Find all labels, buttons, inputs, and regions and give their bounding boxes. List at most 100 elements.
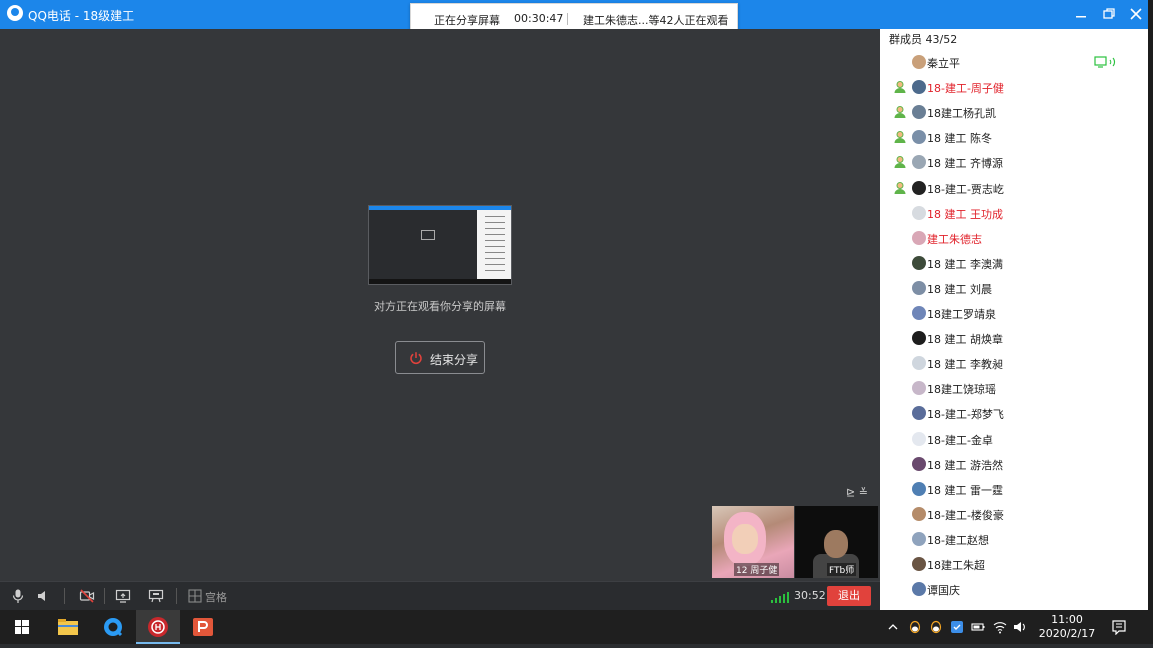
minimize-icon[interactable] — [1071, 4, 1091, 24]
qq-call-window: QQ电话 - 18级建工 正在分享屏幕 00:30:47 建工朱德志...等42… — [0, 0, 1153, 610]
preview-taskbar — [369, 279, 511, 284]
member-item[interactable]: 18 建工 李教昶 — [880, 351, 1148, 375]
member-avatar — [912, 130, 926, 145]
member-item[interactable]: 18-建工-楼俊豪 — [880, 502, 1148, 526]
member-name: 18建工杨孔凯 — [927, 107, 996, 121]
member-item[interactable]: 18-建工-金卓 — [880, 427, 1148, 451]
end-share-button[interactable]: 结束分享 — [395, 341, 485, 374]
member-item[interactable]: 18-建工-郑梦飞 — [880, 401, 1148, 425]
clock-date: 2020/2/17 — [1038, 627, 1096, 640]
member-item[interactable]: 谭国庆 — [880, 577, 1148, 601]
admin-person-icon — [894, 106, 906, 119]
taskbar-huawei-app[interactable] — [136, 610, 180, 644]
member-avatar — [912, 506, 926, 521]
member-item[interactable]: 18 建工 李澳满 — [880, 251, 1148, 275]
member-panel: 群成员 43/52 秦立平 18-建工-周子健 18建工杨孔凯 18 建工 陈冬 18 … — [880, 29, 1148, 610]
toolbar-divider — [176, 588, 177, 604]
member-item[interactable]: 建工朱德志 — [880, 226, 1148, 250]
windows-taskbar: 11:00 2020/2/17 — [0, 610, 1153, 644]
member-name: 18建工罗靖泉 — [927, 308, 996, 321]
show-hidden-icons-icon[interactable] — [886, 620, 900, 634]
participant-name: 12 周子健 — [734, 563, 780, 576]
taskbar-file-explorer[interactable] — [46, 610, 90, 644]
preview-line — [485, 222, 505, 223]
member-avatar — [912, 582, 926, 597]
qq-browser-icon — [104, 618, 123, 637]
member-item[interactable]: 18建工朱超 — [880, 552, 1148, 576]
taskbar-clock[interactable]: 11:00 2020/2/17 — [1036, 613, 1098, 641]
qq-tray-icon-2[interactable] — [929, 620, 943, 634]
member-name: 18 建工 李澳满 — [927, 257, 1003, 271]
member-item[interactable]: 18建工罗靖泉 — [880, 301, 1148, 325]
sharing-hint-text: 对方正在观看你分享的屏幕 — [374, 300, 506, 313]
power-icon — [410, 352, 422, 365]
member-item[interactable]: 18-建工赵想 — [880, 527, 1148, 551]
preview-member-panel — [477, 210, 511, 280]
member-item[interactable]: 秦立平 — [880, 50, 1148, 74]
shared-screen-preview — [368, 205, 512, 285]
action-center-icon[interactable] — [1111, 619, 1127, 635]
member-name: 18 建工 游浩然 — [927, 458, 1003, 472]
screen-share-icon[interactable] — [115, 588, 131, 604]
member-item[interactable]: 18 建工 齐博源 — [880, 150, 1148, 174]
admin-person-icon — [894, 156, 906, 169]
end-share-label: 结束分享 — [430, 353, 479, 367]
member-item[interactable]: 18建工饶琼瑶 — [880, 376, 1148, 400]
wifi-icon[interactable] — [993, 620, 1007, 634]
member-name: 18建工朱超 — [927, 559, 985, 572]
preview-content-box — [421, 230, 435, 240]
security-tray-icon[interactable] — [950, 620, 964, 634]
close-icon[interactable] — [1126, 4, 1146, 24]
member-item[interactable]: 18 建工 胡焕章 — [880, 326, 1148, 350]
member-avatar — [912, 105, 926, 120]
member-avatar — [912, 331, 926, 346]
grid-icon[interactable] — [187, 588, 203, 604]
member-avatar — [912, 531, 926, 546]
preview-line — [485, 252, 505, 253]
microphone-icon[interactable] — [10, 588, 26, 604]
preview-line — [485, 246, 505, 247]
speaker-icon[interactable] — [36, 588, 52, 604]
member-item[interactable]: 18 建工 刘晨 — [880, 276, 1148, 300]
participant-face — [824, 530, 848, 558]
qq-tray-icon[interactable] — [908, 620, 922, 634]
member-name: 18-建工-楼俊豪 — [927, 508, 1004, 522]
member-count-title: 群成员 43/52 — [889, 33, 958, 46]
camera-off-icon[interactable] — [79, 588, 95, 604]
participant-video-thumbnail[interactable]: 12 周子健 — [712, 506, 794, 578]
member-name: 18-建工-金卓 — [927, 433, 993, 447]
preview-line — [485, 234, 505, 235]
member-avatar — [912, 280, 926, 295]
exit-call-button[interactable]: 退出 — [827, 586, 871, 606]
member-name: 谭国庆 — [927, 584, 960, 598]
member-item[interactable]: 18-建工-贾志屹 — [880, 176, 1148, 200]
grid-view-label[interactable]: 宫格 — [205, 589, 227, 605]
taskbar-qq-browser[interactable] — [91, 610, 135, 644]
member-name: 18 建工 陈冬 — [927, 132, 992, 146]
restore-icon[interactable] — [1099, 4, 1119, 24]
member-name: 18 建工 刘晨 — [927, 282, 992, 296]
member-name: 18 建工 胡焕章 — [927, 333, 1003, 347]
member-item[interactable]: 18 建工 王功成 — [880, 201, 1148, 225]
member-item[interactable]: 18建工杨孔凯 — [880, 100, 1148, 124]
sharing-elapsed-time: 00:30:47 — [514, 12, 564, 25]
preview-line — [485, 228, 505, 229]
member-avatar — [912, 180, 926, 195]
member-item[interactable]: 18 建工 雷一霆 — [880, 477, 1148, 501]
windows-start-button[interactable] — [0, 610, 44, 644]
member-item[interactable]: 18 建工 陈冬 — [880, 125, 1148, 149]
preview-line — [485, 258, 505, 259]
member-item[interactable]: 18-建工-周子健 — [880, 75, 1148, 99]
preview-line — [485, 240, 505, 241]
whiteboard-icon[interactable] — [148, 588, 164, 604]
member-name: 18-建工-郑梦飞 — [927, 408, 1004, 422]
member-avatar — [912, 205, 926, 220]
member-avatar — [912, 557, 926, 571]
battery-icon[interactable] — [971, 620, 985, 634]
volume-icon[interactable] — [1013, 620, 1027, 634]
member-avatar — [912, 356, 926, 371]
member-item[interactable]: 18 建工 游浩然 — [880, 452, 1148, 476]
participant-video-thumbnail[interactable]: FTb师 — [795, 506, 878, 578]
layout-toggle-button[interactable]: ⊵ ≚ — [846, 486, 876, 500]
taskbar-powerpoint[interactable] — [181, 610, 225, 644]
